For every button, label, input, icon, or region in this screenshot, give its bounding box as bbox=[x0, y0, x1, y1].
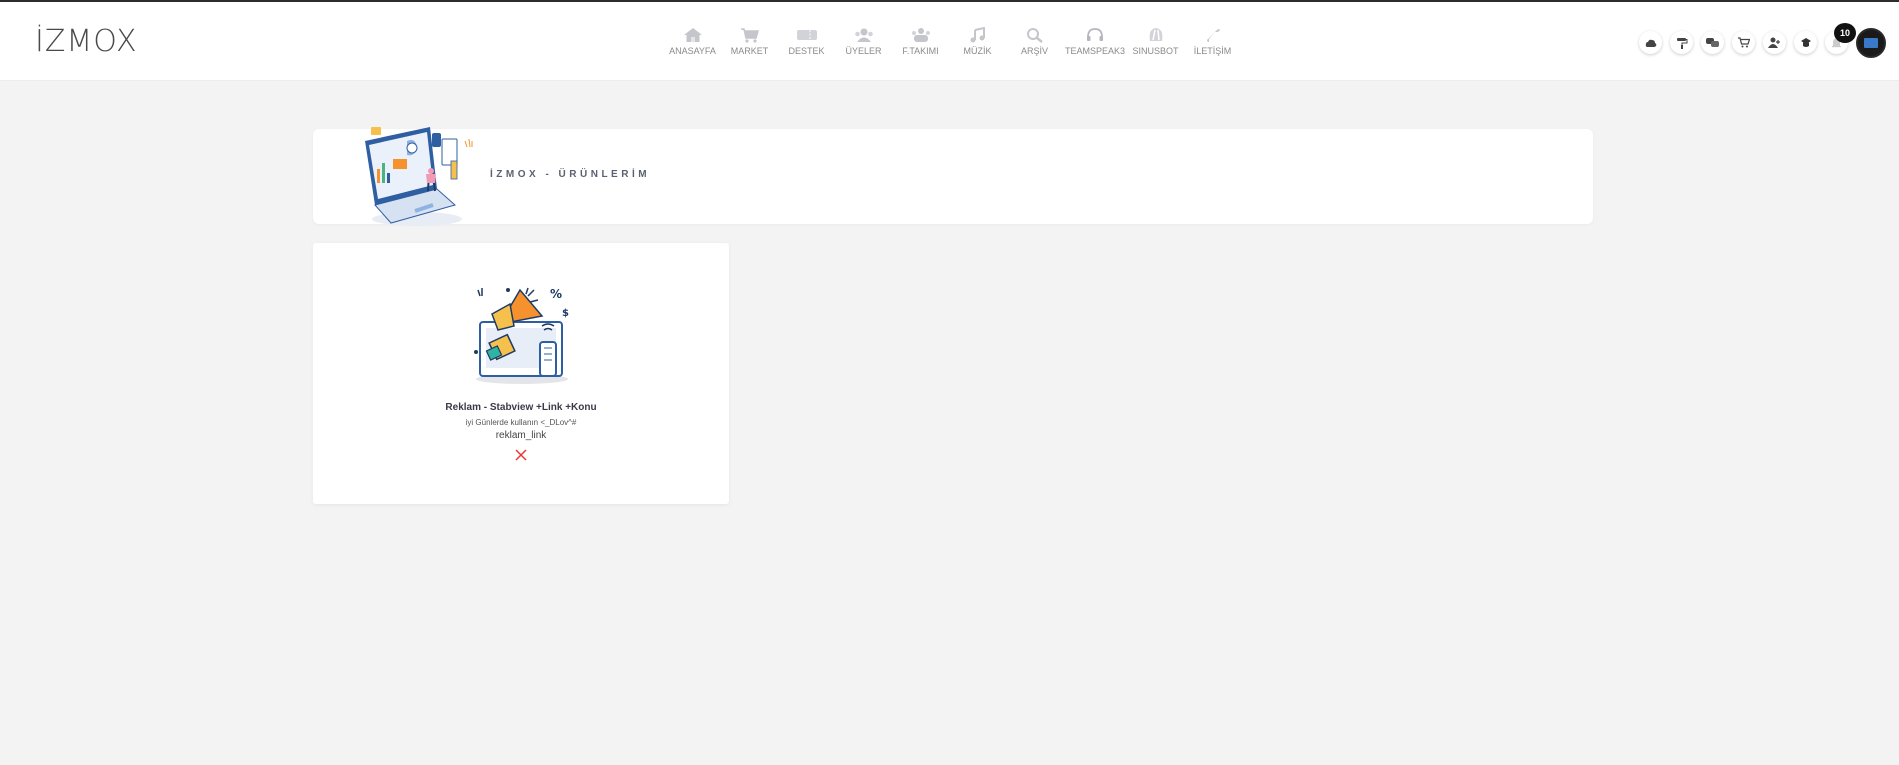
svg-text:%: % bbox=[550, 287, 562, 301]
music-icon bbox=[967, 26, 989, 44]
avatar-image bbox=[1856, 28, 1886, 58]
megaphone-ad-icon: % $ bbox=[470, 282, 572, 386]
team-icon bbox=[910, 26, 932, 44]
nav-item-ftakimi[interactable]: F.TAKIMI bbox=[892, 26, 949, 56]
chat-icon[interactable] bbox=[1701, 31, 1724, 54]
nav-item-muzik[interactable]: MÜZİK bbox=[949, 26, 1006, 56]
headset-icon bbox=[1084, 26, 1106, 44]
product-description: iyi Günlerde kullanın <_DLov^# bbox=[465, 418, 577, 427]
nav-item-destek[interactable]: DESTEK bbox=[778, 26, 835, 56]
laptop-illustration-icon bbox=[355, 119, 480, 231]
main-nav: ANASAYFA MARKET DESTEK ÜYELER F.TAKIMI M… bbox=[664, 26, 1241, 56]
phone-icon bbox=[1202, 26, 1224, 44]
ticket-icon bbox=[796, 26, 818, 44]
nav-item-arsiv[interactable]: ARŞİV bbox=[1006, 26, 1063, 56]
nav-item-iletisim[interactable]: İLETİŞİM bbox=[1184, 26, 1241, 56]
nav-item-anasayfa[interactable]: ANASAYFA bbox=[664, 26, 721, 56]
notification-badge: 10 bbox=[1834, 23, 1856, 43]
users-icon bbox=[853, 26, 875, 44]
graduation-cap-icon[interactable] bbox=[1794, 31, 1817, 54]
cart-icon bbox=[739, 26, 761, 44]
paint-roller-icon[interactable] bbox=[1670, 31, 1693, 54]
site-header: İZMOX ANASAYFA MARKET DESTEK ÜYELER F.TA… bbox=[0, 2, 1899, 81]
svg-text:$: $ bbox=[562, 308, 569, 319]
product-name: Reklam - Stabview +Link +Konu bbox=[445, 402, 597, 413]
cloud-icon[interactable] bbox=[1639, 31, 1662, 54]
nav-item-uyeler[interactable]: ÜYELER bbox=[835, 26, 892, 56]
home-icon bbox=[682, 26, 704, 44]
bot-icon bbox=[1145, 26, 1167, 44]
page-title: İZMOX - ÜRÜNLERİM bbox=[490, 169, 651, 180]
product-code: reklam_link bbox=[495, 430, 547, 441]
avatar[interactable] bbox=[1856, 28, 1886, 58]
nav-item-sinusbot[interactable]: SINUSBOT bbox=[1127, 26, 1184, 56]
close-icon[interactable] bbox=[513, 447, 529, 463]
nav-item-teamspeak3[interactable]: TEAMSPEAK3 bbox=[1063, 26, 1127, 56]
search-icon bbox=[1024, 26, 1046, 44]
nav-item-market[interactable]: MARKET bbox=[721, 26, 778, 56]
cart-icon[interactable] bbox=[1732, 31, 1755, 54]
site-logo[interactable]: İZMOX bbox=[35, 24, 138, 59]
user-add-icon[interactable] bbox=[1763, 31, 1786, 54]
user-toolbar bbox=[1639, 31, 1848, 54]
